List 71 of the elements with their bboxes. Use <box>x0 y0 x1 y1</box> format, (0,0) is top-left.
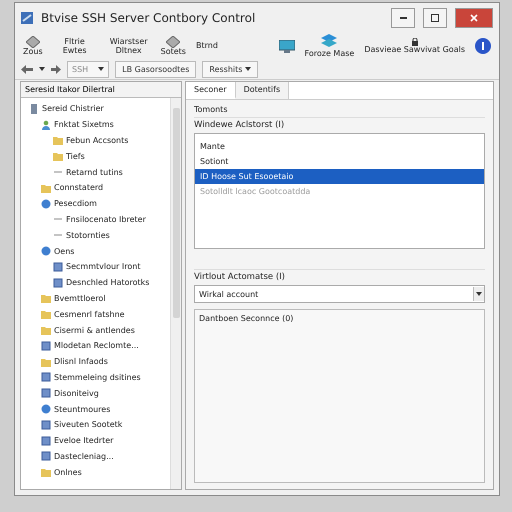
tree-item[interactable]: Connstaterd <box>23 180 168 196</box>
ribbon-button[interactable]: Sotets <box>160 36 186 56</box>
tree-item[interactable]: Cesmenrl fatshne <box>23 306 168 322</box>
tree-item[interactable]: Onlnes <box>23 464 168 480</box>
tree-item[interactable]: Secmmtvlour Iront <box>23 258 168 275</box>
folder-icon <box>41 293 51 304</box>
ribbon-button[interactable]: Zous <box>23 36 43 56</box>
close-icon <box>470 14 478 22</box>
lock-icon <box>412 38 418 46</box>
ribbon-button[interactable]: Foroze Mase <box>304 34 354 58</box>
app-icon <box>21 12 33 24</box>
tree-item[interactable]: Sereid Chistrier <box>23 101 168 117</box>
caret-icon <box>476 292 482 296</box>
toolbar-button[interactable]: LB Gasorsoodtes <box>115 60 196 78</box>
tree-item[interactable]: Eveloe Itedrter <box>23 432 168 449</box>
caret-icon <box>98 67 104 71</box>
ribbon-button[interactable]: Dasvieae Sawvivat Goals <box>364 38 465 54</box>
panel-header: Seresid Itakor Dilertral <box>21 82 181 98</box>
tree-item[interactable]: Mlodetan Reclomte... <box>23 338 168 354</box>
monitor-icon[interactable] <box>278 40 295 52</box>
account-dropdown[interactable]: Wirkal account <box>194 285 485 303</box>
tree-item[interactable]: Febun Accsonts <box>23 132 168 148</box>
group-title: Dantboen Seconnce (0) <box>199 314 294 323</box>
tab[interactable]: Dotentifs <box>236 82 290 99</box>
folder-icon <box>41 182 51 193</box>
ribbon-command[interactable]: Btrnd <box>196 41 218 51</box>
tree-item[interactable]: Dlisnl Infaods <box>23 354 168 370</box>
tree-item[interactable]: Desnchled Hatorotks <box>23 274 168 291</box>
maximize-button[interactable] <box>423 8 447 28</box>
tree-item[interactable]: Stemmeleing dsitines <box>23 370 168 386</box>
tree-item[interactable]: Oens <box>23 243 168 259</box>
tree-item[interactable]: Fnktat Sixetms <box>23 116 168 133</box>
minimize-button[interactable] <box>391 8 415 28</box>
toolbar-menu[interactable]: Resshits <box>202 60 258 78</box>
help-icon[interactable] <box>475 38 491 54</box>
list-item[interactable]: ID Hoose Sut Esooetaio <box>195 169 484 184</box>
folder-icon <box>41 325 51 336</box>
group-title: Virtlout Actomatse (I) <box>194 269 485 282</box>
folder-icon <box>41 356 51 367</box>
user-icon <box>41 120 51 130</box>
caret-icon <box>245 67 252 71</box>
folder-icon <box>41 309 51 320</box>
folder-icon <box>41 467 51 478</box>
forward-icon[interactable] <box>51 64 61 74</box>
tree-item[interactable]: Cisermi & antlendes <box>23 322 168 338</box>
stack-icon <box>320 34 338 50</box>
list-item[interactable]: Sotiont <box>195 154 484 169</box>
tree-item[interactable]: Fnsilocenato Ibreter <box>23 212 168 228</box>
tree-item[interactable]: Stotornties <box>23 227 168 244</box>
tree-item[interactable]: Dastecleniag... <box>23 448 168 464</box>
minimize-icon <box>400 17 406 19</box>
tree-item[interactable]: Pesecdiom <box>23 196 168 212</box>
section-heading: Tomonts <box>194 105 228 114</box>
tree-item[interactable]: Bvemttloerol <box>23 290 168 306</box>
folder-icon <box>53 151 63 162</box>
ribbon-command[interactable]: Fltrie Ewtes <box>52 36 97 56</box>
folder-icon <box>53 135 63 146</box>
tree-item[interactable]: Disoniteivg <box>23 385 168 402</box>
close-button[interactable] <box>455 8 493 28</box>
tree-item[interactable]: Tiefs <box>23 148 168 164</box>
list-item[interactable]: Mante <box>195 139 484 154</box>
back-icon[interactable] <box>21 64 33 74</box>
ribbon-command[interactable]: Wiarstser Dltnex <box>106 36 151 56</box>
scrollbar[interactable] <box>170 98 181 489</box>
tree-item[interactable]: Steuntmoures <box>23 401 168 417</box>
tree-item[interactable]: Siveuten Sootetk <box>23 416 168 433</box>
caret-icon <box>39 67 45 71</box>
window-title: Btvise SSH Server Contbory Control <box>41 11 256 25</box>
maximize-icon <box>431 14 439 22</box>
group-title: Windewe Aclstorst (I) <box>194 117 485 130</box>
tree-item[interactable]: Retarnd tutins <box>23 164 168 180</box>
